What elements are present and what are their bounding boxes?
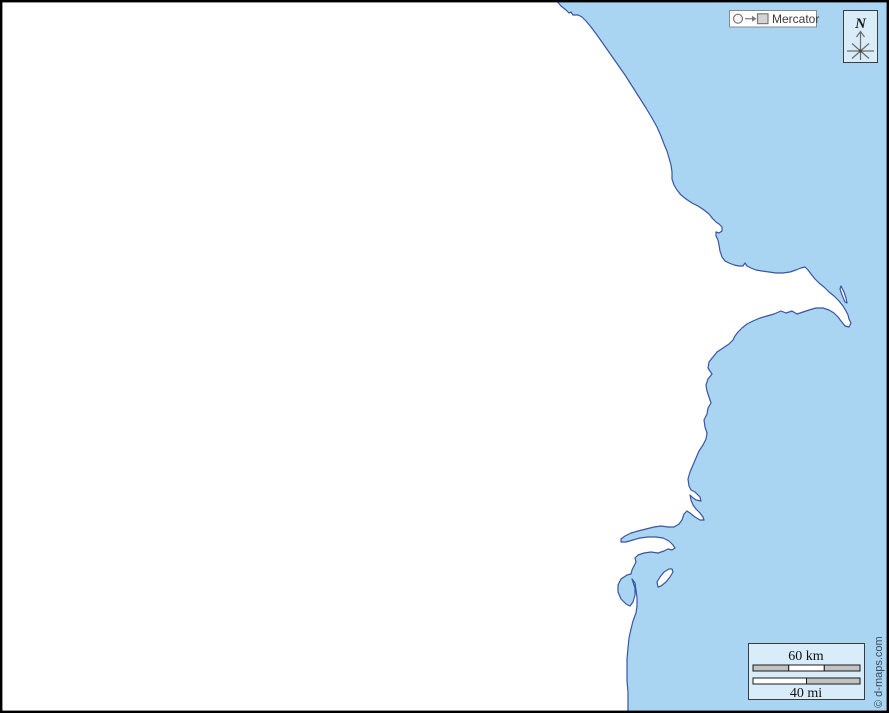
mi-scale-bar <box>753 678 860 684</box>
km-scale-label: 60 km <box>788 649 824 664</box>
compass-box: N <box>844 11 878 63</box>
north-label: N <box>854 16 867 32</box>
projection-label: Mercator <box>772 12 819 26</box>
km-scale-bar <box>753 665 860 671</box>
copyright-text: © d-maps.com <box>873 636 885 708</box>
flat-square-icon <box>758 14 769 24</box>
globe-circle-icon <box>734 14 743 23</box>
scale-box: 60 km 40 mi <box>749 644 865 702</box>
mi-scale-label: 40 mi <box>790 686 822 701</box>
projection-badge: Mercator <box>730 11 820 28</box>
map-canvas: Mercator N 60 km 40 mi © d-maps.com <box>0 0 889 713</box>
